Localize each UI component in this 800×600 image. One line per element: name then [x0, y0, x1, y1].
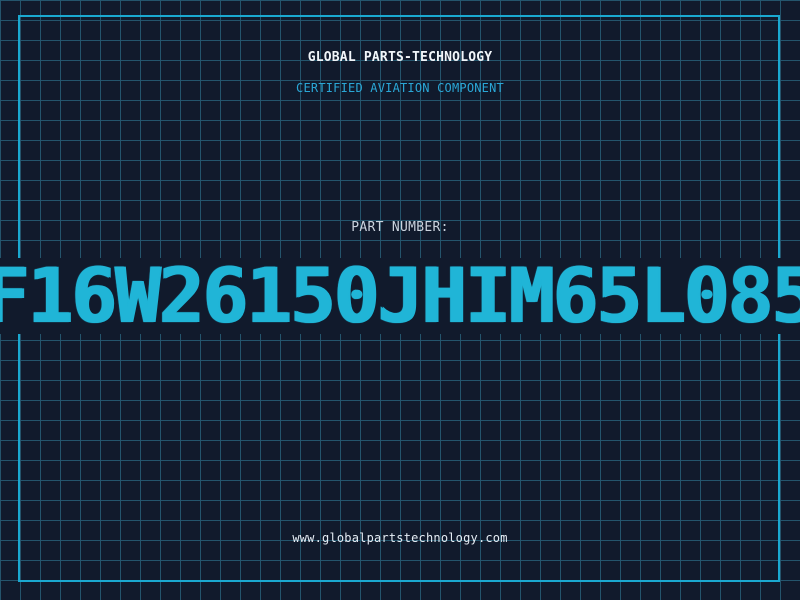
part-number-value: F16W26150JHIM65L085 — [0, 258, 800, 334]
component-certification: CERTIFIED AVIATION COMPONENT — [296, 81, 504, 95]
company-name: GLOBAL PARTS-TECHNOLOGY — [307, 50, 493, 65]
part-label-card: GLOBAL PARTS-TECHNOLOGY CERTIFIED AVIATI… — [0, 0, 800, 600]
part-number-label: PART NUMBER: — [351, 220, 449, 235]
website-url: www.globalpartstechnology.com — [292, 531, 508, 545]
part-number-band: F16W26150JHIM65L085 — [0, 258, 800, 334]
